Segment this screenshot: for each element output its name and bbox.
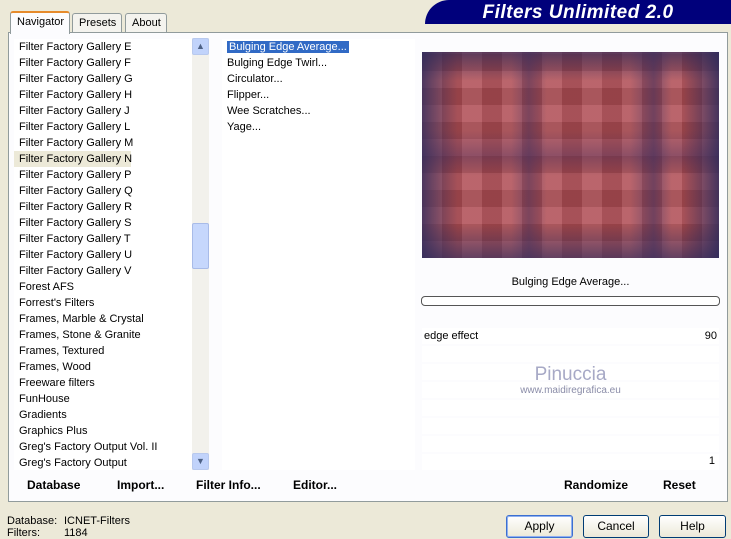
randomize-button[interactable]: Randomize [564,478,628,492]
filter-name-label: Bulging Edge Average... [511,276,630,288]
param-slider-6[interactable] [422,418,719,434]
param-value: 90 [704,330,717,342]
app-banner: Filters Unlimited 2.0 [425,0,731,24]
category-item[interactable]: Filter Factory Gallery H [14,87,192,103]
category-item[interactable]: Graphics Plus [14,423,192,439]
category-item[interactable]: Forest AFS [14,279,192,295]
param-slider-7[interactable] [422,436,719,452]
filter-item[interactable]: Wee Scratches... [222,103,415,119]
category-item[interactable]: Greg's Factory Output Vol. II [14,439,192,455]
reset-button[interactable]: Reset [663,478,696,492]
category-item[interactable]: Filter Factory Gallery T [14,231,192,247]
category-item[interactable]: FunHouse [14,391,192,407]
import-button[interactable]: Import... [117,478,164,492]
category-list[interactable]: Filter Factory Gallery E Filter Factory G… [14,39,192,470]
category-item[interactable]: Gradients [14,407,192,423]
filter-item-label: Circulator... [227,73,283,85]
category-item[interactable]: Filter Factory Gallery M [14,135,192,151]
category-item[interactable]: Freeware filters [14,375,192,391]
editor-button[interactable]: Editor... [293,478,337,492]
category-item[interactable]: Frames, Wood [14,359,192,375]
watermark-name: Pinuccia [534,364,607,385]
category-item[interactable]: Filter Factory Gallery U [14,247,192,263]
filter-item[interactable]: Yage... [222,119,415,135]
category-item[interactable]: Forrest's Filters [14,295,192,311]
database-button[interactable]: Database [27,478,80,492]
filter-item[interactable]: Flipper... [222,87,415,103]
category-item[interactable]: Filter Factory Gallery J [14,103,192,119]
param-slider-2[interactable] [422,346,719,362]
category-item[interactable]: Filter Factory Gallery N [14,151,132,167]
scroll-down-icon[interactable]: ▼ [192,453,209,470]
filter-preview-image [422,52,719,258]
scroll-thumb[interactable] [192,223,209,269]
filter-item-label: Flipper... [227,89,270,101]
param-slider-5[interactable] [422,400,719,416]
tab-navigator[interactable]: Navigator [10,11,70,34]
category-item[interactable]: Frames, Marble & Crystal [14,311,192,327]
filter-item-label: Yage... [227,121,262,133]
tab-presets[interactable]: Presets [72,13,122,33]
help-button[interactable]: Help [659,515,726,538]
filter-item-label: Wee Scratches... [227,105,311,117]
category-item[interactable]: Filter Factory Gallery S [14,215,192,231]
filter-item[interactable]: Circulator... [222,71,415,87]
cancel-button[interactable]: Cancel [583,515,649,538]
filter-info-button[interactable]: Filter Info... [196,478,261,492]
category-item[interactable]: Filter Factory Gallery R [14,199,192,215]
filter-item[interactable]: Bulging Edge Twirl... [222,55,415,71]
category-item[interactable]: Filter Factory Gallery P [14,167,192,183]
filter-list[interactable]: Bulging Edge Average... Bulging Edge Twir… [222,39,415,470]
filter-item-label: Bulging Edge Twirl... [227,57,328,69]
filters-count-label: Filters: [7,527,40,539]
filters-count-value: 1184 [64,527,88,539]
category-item[interactable]: Filter Factory Gallery Q [14,183,192,199]
category-item[interactable]: Greg's Factory Output [14,455,192,470]
apply-button[interactable]: Apply [506,515,573,538]
filter-item[interactable]: Bulging Edge Average... [222,39,415,55]
param-label: edge effect [424,330,479,342]
database-label: Database: [7,515,58,527]
param-value: 1 [708,455,715,467]
category-item[interactable]: Filter Factory Gallery V [14,263,192,279]
progress-bar [421,296,720,306]
filter-item-label: Bulging Edge Average... [227,41,349,53]
category-item[interactable]: Frames, Stone & Granite [14,327,192,343]
category-item[interactable]: Frames, Textured [14,343,192,359]
category-item[interactable]: Filter Factory Gallery L [14,119,192,135]
watermark-url: www.maidiregrafica.eu [520,385,621,396]
category-scrollbar[interactable]: ▲ ▼ [192,38,209,470]
scroll-up-icon[interactable]: ▲ [192,38,209,55]
category-item[interactable]: Filter Factory Gallery G [14,71,192,87]
tab-about[interactable]: About [125,13,167,33]
category-item[interactable]: Filter Factory Gallery E [14,39,192,55]
param-slider-8[interactable]: 1 [422,454,719,470]
category-item[interactable]: Filter Factory Gallery F [14,55,192,71]
database-value: ICNET-Filters [64,515,130,527]
param-slider-edge-effect[interactable]: edge effect 90 [422,328,719,344]
